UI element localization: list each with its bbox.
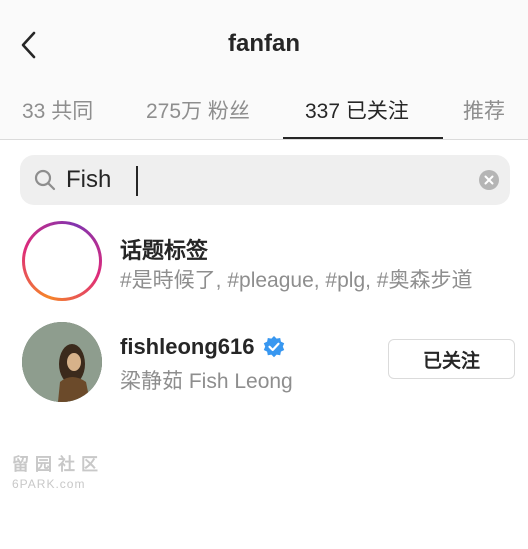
hashtag-title: 话题标签 bbox=[120, 238, 209, 263]
header-bar: fanfan bbox=[0, 0, 528, 90]
watermark-text: 留园社区 bbox=[12, 455, 104, 474]
search-bar[interactable] bbox=[20, 155, 510, 205]
clear-icon bbox=[484, 175, 494, 185]
tab-followers[interactable]: 275万 粉丝 bbox=[146, 95, 250, 125]
hashtag-icon bbox=[42, 239, 82, 283]
hashtag-avatar bbox=[22, 221, 102, 301]
username: fishleong616 bbox=[120, 334, 255, 359]
tab-suggested[interactable]: 推荐 bbox=[463, 95, 505, 125]
hashtag-result[interactable]: 话题标签 #是時候了, #pleague, #plg, #奥森步道 bbox=[0, 221, 528, 321]
tab-following[interactable]: 337 已关注 bbox=[305, 95, 409, 125]
page-title: fanfan bbox=[228, 30, 300, 57]
watermark-site: 6PARK.com bbox=[12, 477, 86, 491]
profile-photo bbox=[22, 322, 102, 402]
text-caret bbox=[136, 166, 138, 196]
verified-badge-icon bbox=[263, 336, 285, 358]
search-icon bbox=[34, 169, 56, 191]
following-button[interactable]: 已关注 bbox=[388, 339, 515, 379]
avatar bbox=[22, 322, 102, 402]
tab-mutual[interactable]: 33 共同 bbox=[22, 95, 93, 125]
tab-bar: 33 共同 275万 粉丝 337 已关注 推荐 bbox=[0, 84, 528, 140]
clear-search-button[interactable] bbox=[479, 170, 499, 190]
user-result[interactable]: fishleong616 梁静茹 Fish Leong 已关注 bbox=[0, 322, 528, 422]
watermark: 留园社区 6PARK.com bbox=[12, 450, 104, 491]
active-tab-indicator bbox=[283, 137, 443, 139]
hashtag-subtitle: #是時候了, #pleague, #plg, #奥森步道 bbox=[120, 269, 473, 292]
search-input[interactable] bbox=[66, 162, 466, 198]
